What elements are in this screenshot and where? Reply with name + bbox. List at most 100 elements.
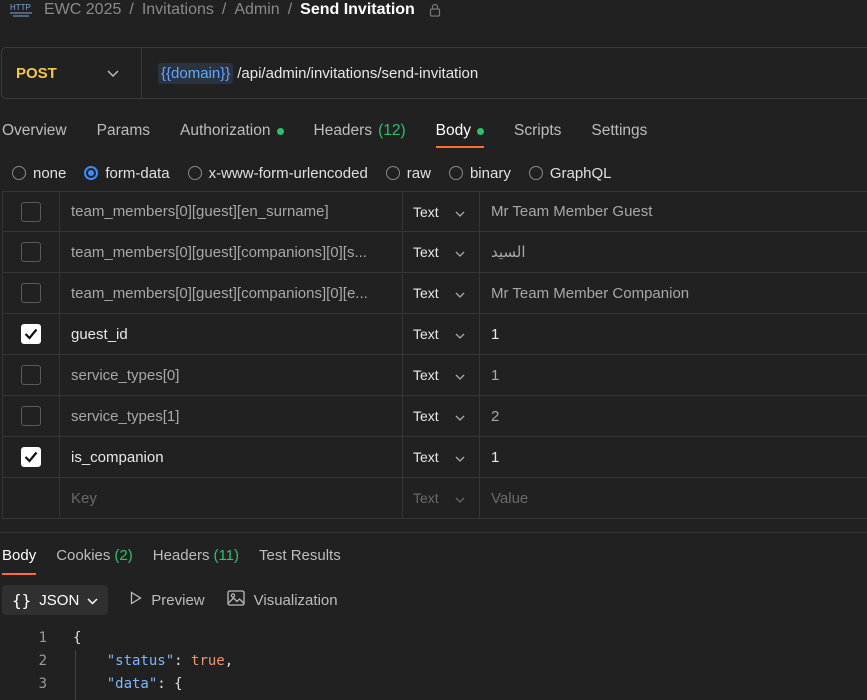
row-checkbox[interactable] [21,324,41,344]
value-input[interactable]: Mr Team Member Guest [480,192,867,231]
response-tab-headers[interactable]: Headers (11) [153,544,239,566]
divider [0,532,867,533]
key-input[interactable]: team_members[0][guest][companions][0][s.… [60,232,403,272]
breadcrumb-folder-admin[interactable]: Admin [234,1,279,19]
row-checkbox[interactable] [21,201,41,222]
tab-overview[interactable]: Overview [2,116,67,146]
value-input[interactable]: 1 [480,355,867,395]
row-checkbox-cell [3,355,60,395]
table-row: team_members[0][guest][en_surname] Text Mr… [3,191,867,232]
response-tab-cookies[interactable]: Cookies (2) [56,544,133,566]
table-row: is_companion Text 1 [3,437,867,478]
breadcrumb-folder-invitations[interactable]: Invitations [142,1,214,19]
table-row: team_members[0][guest][companions][0][e.… [3,273,867,314]
key-input[interactable]: service_types[1] [60,396,403,436]
request-name[interactable]: Send Invitation [300,1,415,19]
url-variable[interactable]: {{domain}} [158,62,234,84]
row-checkbox[interactable] [21,283,41,303]
row-checkbox[interactable] [21,242,41,262]
tab-count: (12) [378,122,406,139]
radio-binary[interactable]: binary [448,165,511,182]
code-text: "status": true, [106,652,234,669]
response-tabs: Body Cookies (2) Headers (11) Test Results [2,544,361,576]
chevron-down-icon [455,490,465,506]
chevron-down-icon [455,367,465,383]
key-input[interactable]: is_companion [60,437,403,477]
table-row: team_members[0][guest][companions][0][s.… [3,232,867,273]
response-tab-body[interactable]: Body [2,544,37,575]
code-line: 1{ [0,626,867,649]
chevron-down-icon [87,592,98,609]
type-select[interactable]: Text [403,396,480,436]
type-select[interactable]: Text [403,437,480,477]
response-toolbar: {} JSON Preview Visualization [2,585,338,615]
key-input[interactable]: team_members[0][guest][companions][0][e.… [60,273,403,313]
value-input[interactable]: 2 [480,396,867,436]
key-input-placeholder[interactable]: Key [60,478,403,518]
code-line: 3 "data": { [0,672,867,695]
key-input[interactable]: service_types[0] [60,355,403,395]
row-checkbox[interactable] [21,447,41,467]
tab-settings[interactable]: Settings [591,116,647,146]
preview-button[interactable]: Preview [130,591,205,609]
tab-params[interactable]: Params [97,116,150,146]
lock-icon[interactable] [429,3,441,17]
radio-graphql[interactable]: GraphQL [528,165,612,182]
type-select[interactable]: Text [403,232,480,272]
value-input[interactable]: Mr Team Member Companion [480,273,867,313]
format-select[interactable]: {} JSON [2,585,109,615]
code-line: 2 "status": true, [0,649,867,672]
table-row: guest_id Text 1 [3,314,867,355]
radio-raw[interactable]: raw [385,165,431,182]
key-input[interactable]: guest_id [60,314,403,354]
method-select[interactable]: POST [2,48,142,98]
radio-form-data[interactable]: form-data [84,165,170,182]
type-select[interactable]: Text [403,192,480,231]
row-checkbox[interactable] [21,365,41,385]
tab-authorization[interactable]: Authorization [180,116,284,146]
type-select[interactable]: Text [403,273,480,313]
type-select[interactable]: Text [403,355,480,395]
response-tab-test-results[interactable]: Test Results [259,544,341,566]
tab-headers[interactable]: Headers (12) [314,116,406,146]
method-label: POST [16,64,57,82]
visualization-button[interactable]: Visualization [226,590,338,610]
radio-urlencoded[interactable]: x-www-form-urlencoded [187,165,368,182]
value-input-placeholder[interactable]: Value [480,478,867,518]
row-checkbox[interactable] [21,406,41,426]
svg-text:HTTP: HTTP [10,3,31,12]
line-number: 1 [38,629,47,646]
tab-scripts[interactable]: Scripts [514,116,561,146]
table-row: service_types[1] Text 2 [3,396,867,437]
tab-body[interactable]: Body [435,116,485,148]
type-select[interactable]: Text [403,478,480,518]
type-select[interactable]: Text [403,314,480,354]
chevron-down-icon [455,244,465,260]
braces-icon: {} [12,590,32,610]
key-input[interactable]: team_members[0][guest][en_surname] [60,192,403,231]
row-checkbox-cell [3,273,60,313]
breadcrumb-collection[interactable]: EWC 2025 [44,1,121,19]
chevron-down-icon [455,449,465,465]
row-checkbox-cell [3,437,60,477]
form-data-table: team_members[0][guest][en_surname] Text Mr… [2,191,867,519]
breadcrumb-separator: / [287,1,293,18]
response-code-editor[interactable]: 1{2 "status": true,3 "data": {4 "invitat… [0,626,867,700]
url-input[interactable]: {{domain}} /api/admin/invitations/send-i… [142,62,479,84]
value-input[interactable]: 1 [480,314,867,354]
value-input[interactable]: السيد [480,232,867,272]
line-number: 2 [38,652,47,669]
new-row: Key Text Value [3,478,867,519]
code-line: 4 "invitation_guest_id": "1" [0,695,867,700]
line-number: 3 [38,675,47,692]
radio-none[interactable]: none [12,165,66,182]
row-checkbox-cell [3,232,60,272]
row-checkbox-cell [3,314,60,354]
breadcrumb-separator: / [129,1,134,18]
chevron-down-icon [455,285,465,301]
chevron-down-icon [455,408,465,424]
value-input[interactable]: 1 [480,437,867,477]
body-mode-radio-group: none form-data x-www-form-urlencoded raw… [12,163,630,183]
url-path: /api/admin/invitations/send-invitation [237,64,479,82]
chevron-down-icon [455,204,465,220]
